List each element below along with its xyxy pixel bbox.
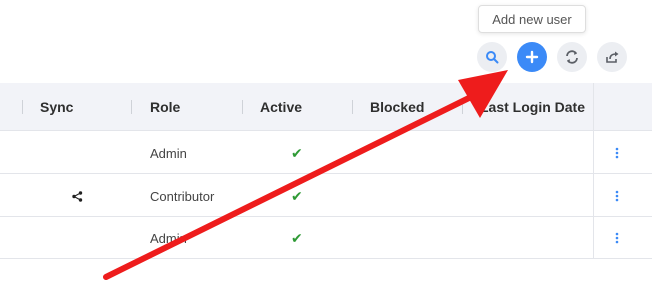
active-check-icon: ✔ [291, 229, 303, 246]
column-header-sync[interactable]: Sync [40, 83, 73, 131]
column-header-blocked[interactable]: Blocked [370, 83, 424, 131]
sync-cell [72, 175, 83, 217]
column-header-role[interactable]: Role [150, 83, 180, 131]
table-row[interactable]: Admin ✔ [0, 217, 652, 259]
search-button[interactable] [477, 42, 507, 72]
column-separator [22, 100, 23, 114]
plus-icon [525, 50, 539, 64]
actions-column-divider [593, 83, 594, 258]
share-icon [606, 51, 619, 63]
table-row[interactable]: Admin ✔ [0, 132, 652, 174]
kebab-icon [615, 190, 619, 202]
column-separator [131, 100, 132, 114]
column-header-last-login[interactable]: Last Login Date [480, 83, 585, 131]
share-icon [72, 190, 83, 202]
export-button[interactable] [597, 42, 627, 72]
active-check-icon: ✔ [291, 144, 303, 161]
add-user-tooltip: Add new user [478, 5, 586, 33]
kebab-icon [615, 232, 619, 244]
search-icon [486, 51, 499, 64]
column-separator [242, 100, 243, 114]
refresh-icon [566, 50, 578, 64]
table-header: Sync Role Active Blocked Last Login Date [0, 83, 652, 131]
add-user-button[interactable] [517, 42, 547, 72]
table-row[interactable]: Contributor ✔ [0, 175, 652, 217]
column-header-active[interactable]: Active [260, 83, 302, 131]
active-check-icon: ✔ [291, 187, 303, 204]
kebab-icon [615, 147, 619, 159]
column-separator [352, 100, 353, 114]
row-menu-button[interactable] [612, 217, 622, 259]
role-cell: Admin [150, 230, 187, 246]
role-cell: Admin [150, 145, 187, 161]
column-separator [462, 100, 463, 114]
refresh-button[interactable] [557, 42, 587, 72]
row-menu-button[interactable] [612, 132, 622, 174]
role-cell: Contributor [150, 188, 215, 204]
row-menu-button[interactable] [612, 175, 622, 217]
